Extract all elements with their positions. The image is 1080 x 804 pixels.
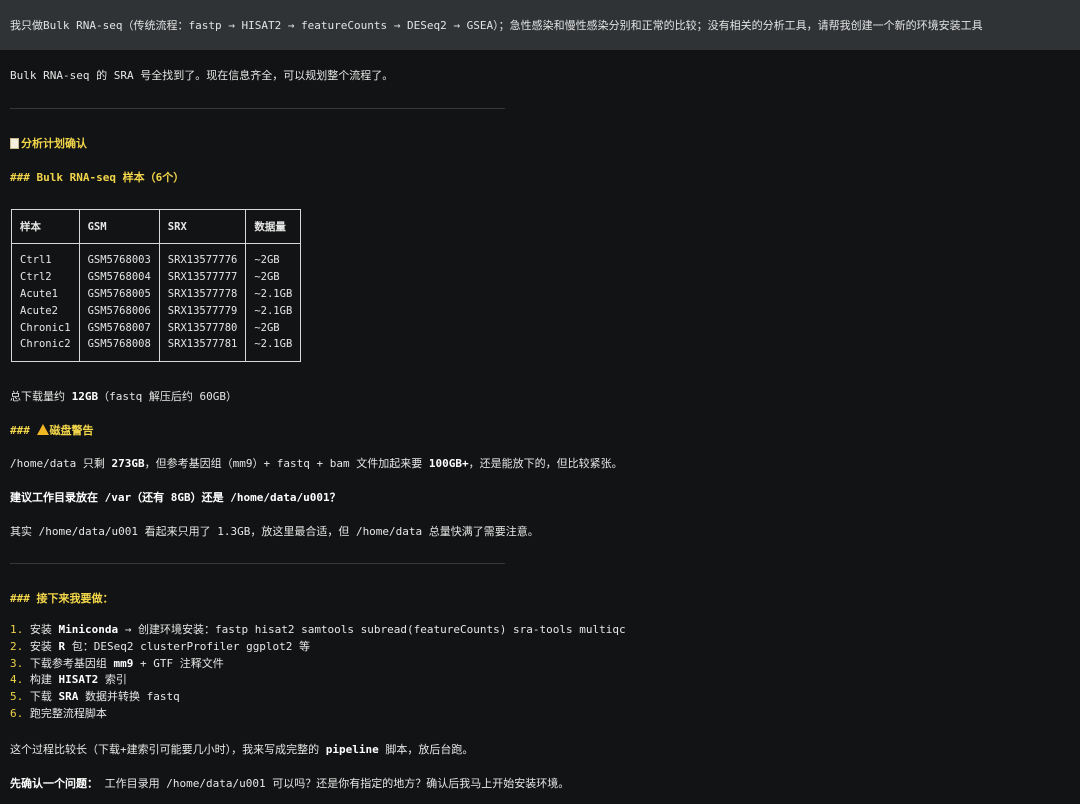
table-row: Chronic1 GSM5768007 SRX13577780 ~2GB xyxy=(11,319,302,336)
column-header: 数据量 xyxy=(245,209,302,244)
disk-line-part: /home/data 只剩 xyxy=(10,457,112,470)
table-cell: ~2GB xyxy=(245,268,302,286)
table-cell: GSM5768006 xyxy=(78,302,160,320)
step-bold: Miniconda xyxy=(58,623,119,636)
disk-line: /home/data 只剩 273GB，但参考基因组（mm9）+ fastq +… xyxy=(10,455,623,471)
list-item: 3. 下载参考基因组 mm9 + GTF 注释文件 xyxy=(10,656,626,673)
divider xyxy=(10,108,505,109)
table-row: Acute1 GSM5768005 SRX13577778 ~2.1GB xyxy=(11,285,302,303)
list-item: 6. 跑完整流程脚本 xyxy=(10,706,626,723)
download-total-prefix: 总下载量约 xyxy=(10,390,72,403)
disk-free-size: 273GB xyxy=(111,457,145,470)
step-rest: 索引 xyxy=(98,673,127,687)
table-cell: ~2.1GB xyxy=(245,285,302,303)
table-row: Ctrl2 GSM5768004 SRX13577777 ~2GB xyxy=(11,268,302,286)
step-number: 1. xyxy=(10,623,24,636)
step-number: 6. xyxy=(10,706,24,720)
step-bold: HISAT2 xyxy=(58,673,99,687)
list-item: 5. 下载 SRA 数据并转换 fastq xyxy=(10,689,626,706)
download-total: 总下载量约 12GB（fastq 解压后约 60GB） xyxy=(10,388,237,404)
table-cell: GSM5768008 xyxy=(78,335,160,362)
warning-icon xyxy=(36,424,49,435)
table-cell: SRX13577779 xyxy=(158,302,247,320)
column-header: SRX xyxy=(158,209,247,244)
list-item: 1. 安装 Miniconda → 创建环境安装：fastp hisat2 sa… xyxy=(10,622,626,639)
step-rest: + GTF 注释文件 xyxy=(133,656,224,670)
process-line-bold: pipeline xyxy=(325,743,379,756)
process-line-prefix: 这个过程比较长（下载+建索引可能要几小时），我来写成完整的 xyxy=(10,743,326,756)
steps-list: 1. 安装 Miniconda → 创建环境安装：fastp hisat2 sa… xyxy=(10,622,626,723)
column-header: 样本 xyxy=(11,209,80,244)
table-cell: SRX13577778 xyxy=(158,285,247,303)
step-text: 下载参考基因组 xyxy=(29,656,114,670)
table-cell: SRX13577777 xyxy=(158,268,247,286)
table-cell: Ctrl1 xyxy=(11,243,80,269)
table-cell: SRX13577781 xyxy=(158,335,247,362)
step-text: 构建 xyxy=(29,673,59,687)
suggest-line: 建议工作目录放在 /var（还有 8GB）还是 /home/data/u001？ xyxy=(10,491,341,504)
disk-heading: ### 磁盘警告 xyxy=(10,422,94,438)
step-text: 跑完整流程脚本 xyxy=(29,706,107,720)
step-bold: mm9 xyxy=(113,656,134,670)
step-text: 安装 xyxy=(29,623,59,636)
step-rest: 数据并转换 fastq xyxy=(78,690,180,704)
plan-heading: 分析计划确认 xyxy=(10,135,87,151)
step-number: 5. xyxy=(10,690,24,704)
confirm-question-text: 工作目录用 /home/data/u001 可以吗？还是你有指定的地方？确认后我… xyxy=(98,777,570,790)
list-item: 2. 安装 R 包：DESeq2 clusterProfiler ggplot2… xyxy=(10,639,626,656)
table-row: Acute2 GSM5768006 SRX13577779 ~2.1GB xyxy=(11,302,302,320)
disk-needed-size: 100GB+ xyxy=(428,457,469,470)
table-cell: GSM5768003 xyxy=(78,243,160,269)
clipboard-icon xyxy=(10,138,19,149)
table-cell: ~2.1GB xyxy=(245,302,302,320)
download-total-suffix: （fastq 解压后约 60GB） xyxy=(98,390,237,403)
table-cell: GSM5768004 xyxy=(78,268,160,286)
table-cell: Acute1 xyxy=(11,285,80,303)
step-text: 安装 xyxy=(29,639,59,653)
process-line-suffix: 脚本，放后台跑。 xyxy=(378,743,474,756)
list-item: 4. 构建 HISAT2 索引 xyxy=(10,672,626,689)
user-message: 我只做Bulk RNA-seq（传统流程：fastp → HISAT2 → fe… xyxy=(0,0,1080,50)
confirm-line: 先确认一个问题： 工作目录用 /home/data/u001 可以吗？还是你有指… xyxy=(10,775,569,791)
intro-text: Bulk RNA-seq 的 SRA 号全找到了。现在信息齐全，可以规划整个流程… xyxy=(10,69,394,82)
samples-heading: ### Bulk RNA-seq 样本（6个） xyxy=(10,171,185,184)
table-cell: SRX13577776 xyxy=(158,243,247,269)
step-number: 3. xyxy=(10,656,24,670)
table-header-row: 样本 GSM SRX 数据量 xyxy=(11,209,302,244)
samples-table: 样本 GSM SRX 数据量 Ctrl1 GSM5768003 SRX13577… xyxy=(11,209,302,362)
table-cell: GSM5768005 xyxy=(78,285,160,303)
disk-line-part: ，还是能放下的，但比较紧张。 xyxy=(468,457,623,470)
step-number: 4. xyxy=(10,673,24,687)
table-cell: Acute2 xyxy=(11,302,80,320)
disk-heading-hashes: ### xyxy=(10,424,37,437)
table-cell: ~2GB xyxy=(245,319,302,336)
step-rest: → 创建环境安装：fastp hisat2 samtools subread(f… xyxy=(118,623,626,636)
divider xyxy=(10,563,505,564)
step-bold: SRA xyxy=(58,690,79,704)
step-rest: 包：DESeq2 clusterProfiler ggplot2 等 xyxy=(65,639,311,653)
download-total-size: 12GB xyxy=(71,390,99,403)
table-cell: ~2GB xyxy=(245,243,302,269)
step-number: 2. xyxy=(10,639,24,653)
confirm-question-label: 先确认一个问题： xyxy=(10,777,98,790)
table-cell: GSM5768007 xyxy=(78,319,160,336)
table-cell: ~2.1GB xyxy=(245,335,302,362)
user-message-text: 我只做Bulk RNA-seq（传统流程：fastp → HISAT2 → fe… xyxy=(10,19,983,32)
table-row: Ctrl1 GSM5768003 SRX13577776 ~2GB xyxy=(11,243,302,269)
disk-heading-text: 磁盘警告 xyxy=(49,424,94,437)
table-row: Chronic2 GSM5768008 SRX13577781 ~2.1GB xyxy=(11,335,302,362)
table-cell: Chronic1 xyxy=(11,319,80,336)
table-cell: Ctrl2 xyxy=(11,268,80,286)
next-heading: ### 接下来我要做： xyxy=(10,592,114,605)
plan-heading-text: 分析计划确认 xyxy=(21,137,87,150)
disk-line-part: ，但参考基因组（mm9）+ fastq + bam 文件加起来要 xyxy=(144,457,429,470)
process-line: 这个过程比较长（下载+建索引可能要几小时），我来写成完整的 pipeline 脚… xyxy=(10,741,473,757)
column-header: GSM xyxy=(78,209,160,244)
note-line: 其实 /home/data/u001 看起来只用了 1.3GB，放这里最合适，但… xyxy=(10,525,539,538)
table-cell: SRX13577780 xyxy=(158,319,247,336)
table-cell: Chronic2 xyxy=(11,335,80,362)
step-text: 下载 xyxy=(29,690,59,704)
